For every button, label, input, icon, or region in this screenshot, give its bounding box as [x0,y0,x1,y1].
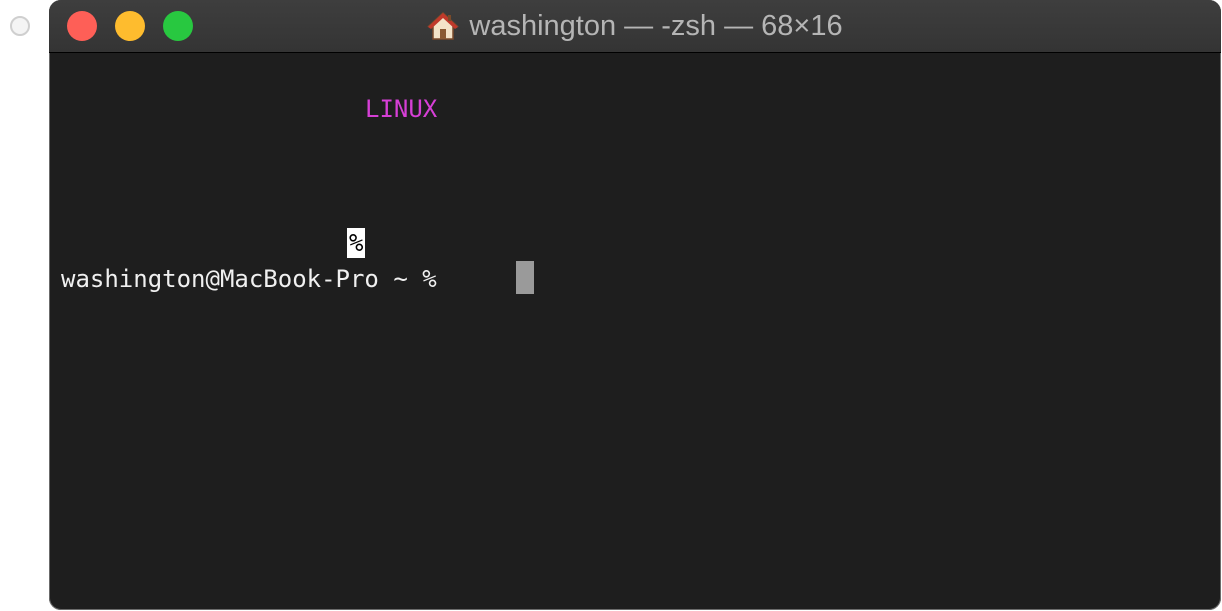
terminal-content[interactable]: LINUX % washington@MacBook-Pro ~ % [49,53,1221,610]
terminal-window: washington — -zsh — 68×16 LINUX % washin… [49,0,1221,610]
home-icon [427,11,460,40]
window-select-radio[interactable] [10,16,30,36]
text-cursor [516,261,534,294]
shell-prompt: washington@MacBook-Pro ~ % [61,265,437,293]
banner-text: LINUX [365,95,438,123]
title-bar[interactable]: washington — -zsh — 68×16 [49,0,1221,53]
window-title-text: washington — -zsh — 68×16 [469,9,843,42]
window-title: washington — -zsh — 68×16 [49,0,1221,52]
partial-line-marker: % [347,228,366,258]
